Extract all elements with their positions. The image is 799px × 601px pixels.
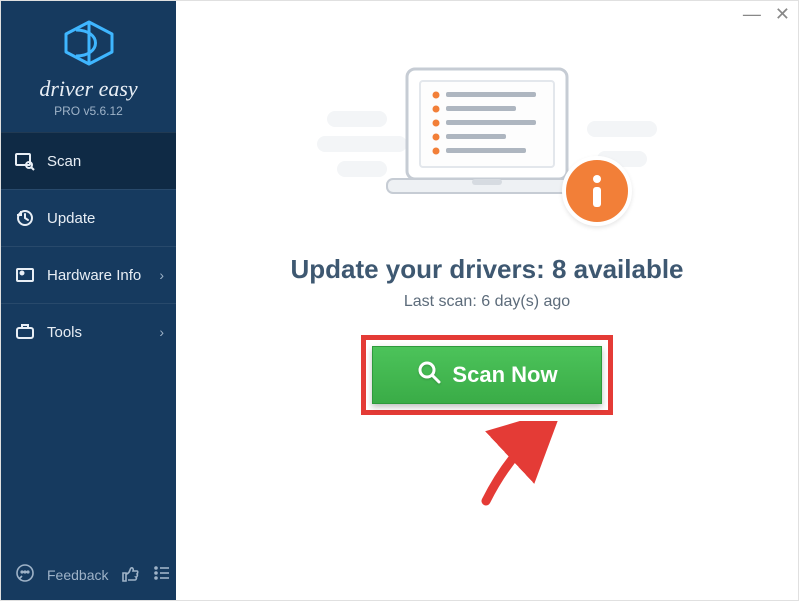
app-logo-icon (62, 19, 116, 72)
tools-icon (15, 322, 35, 342)
chevron-right-icon: › (159, 324, 164, 340)
nav-item-update[interactable]: Update (1, 189, 176, 246)
info-badge-icon (562, 156, 632, 226)
nav-label: Update (47, 210, 95, 227)
minimize-button[interactable]: — (743, 5, 761, 23)
update-icon (15, 208, 35, 228)
nav-label: Scan (47, 153, 81, 170)
scan-icon (15, 151, 35, 171)
list-menu-icon[interactable] (152, 563, 172, 586)
nav: Scan Update Hardware Info › (1, 132, 176, 360)
nav-label: Tools (47, 324, 82, 341)
annotation-arrow-icon (476, 421, 566, 511)
main-panel: Update your drivers: 8 available Last sc… (176, 1, 798, 600)
feedback-icon[interactable] (15, 563, 35, 586)
nav-label: Hardware Info (47, 267, 141, 284)
scan-now-label: Scan Now (452, 362, 557, 388)
app-name: driver easy (1, 76, 176, 102)
thumbs-up-icon[interactable] (120, 563, 140, 586)
search-icon (416, 359, 442, 391)
annotation-highlight-box: Scan Now (361, 335, 613, 415)
laptop-illustration (372, 61, 602, 216)
chevron-right-icon: › (159, 267, 164, 283)
app-version: PRO v5.6.12 (1, 104, 176, 118)
nav-item-scan[interactable]: Scan (1, 132, 176, 189)
sidebar: driver easy PRO v5.6.12 Scan Upda (1, 1, 176, 600)
nav-item-hardware[interactable]: Hardware Info › (1, 246, 176, 303)
close-button[interactable]: ✕ (775, 5, 790, 23)
nav-item-tools[interactable]: Tools › (1, 303, 176, 360)
headline: Update your drivers: 8 available (290, 254, 683, 285)
hardware-icon (15, 265, 35, 285)
brand-block: driver easy PRO v5.6.12 (1, 1, 176, 132)
scan-now-button[interactable]: Scan Now (372, 346, 602, 404)
last-scan-text: Last scan: 6 day(s) ago (404, 293, 570, 311)
feedback-label[interactable]: Feedback (47, 567, 108, 583)
sidebar-footer: Feedback (1, 553, 176, 600)
